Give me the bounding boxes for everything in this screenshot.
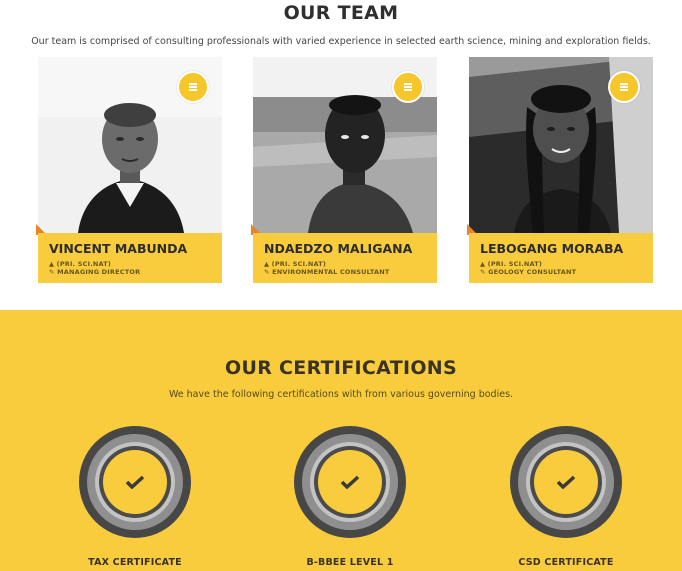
menu-icon-bar (189, 89, 197, 91)
menu-icon-bar (404, 89, 412, 91)
member-name: NDAEDZO MALIGANA (264, 241, 413, 256)
certifications-subtitle: We have the following certifications wit… (168, 389, 514, 400)
team-title: OUR TEAM (283, 2, 399, 24)
team-subtitle: Our team is comprised of consulting prof… (31, 36, 651, 47)
menu-icon-bar (620, 83, 628, 85)
certificate-badge (510, 426, 622, 538)
member-role: ✎ ENVIRONMENTAL CONSULTANT (264, 268, 390, 276)
member-credential: ▲ (PRI. SCI.NAT) (480, 260, 543, 268)
menu-icon-bar (404, 83, 412, 85)
member-role: ✎ MANAGING DIRECTOR (49, 268, 141, 276)
certificate-label: TAX CERTIFICATE (88, 557, 182, 568)
member-info: LEBOGANG MORABA ▲ (PRI. SCI.NAT) ✎ GEOLO… (469, 233, 653, 283)
certificate-badge (79, 426, 191, 538)
wrench-icon: ✎ (264, 268, 270, 276)
certifications-section: OUR CERTIFICATIONS We have the following… (0, 310, 682, 571)
wrench-icon: ✎ (480, 268, 486, 276)
menu-icon-bar (620, 86, 628, 88)
certificate-label: B-BBEE LEVEL 1 (306, 557, 394, 568)
checkmark-icon (340, 475, 360, 489)
menu-button[interactable] (392, 71, 424, 103)
member-role: ✎ GEOLOGY CONSULTANT (480, 268, 577, 276)
menu-icon-bar (189, 86, 197, 88)
member-credential: ▲ (PRI. SCI.NAT) (264, 260, 327, 268)
member-name: VINCENT MABUNDA (49, 241, 188, 256)
team-card: LEBOGANG MORABA ▲ (PRI. SCI.NAT) ✎ GEOLO… (467, 57, 653, 283)
menu-icon-bar (620, 89, 628, 91)
team-card: NDAEDZO MALIGANA ▲ (PRI. SCI.NAT) ✎ ENVI… (251, 57, 437, 283)
menu-icon-bar (189, 83, 197, 85)
certificate-label: CSD CERTIFICATE (518, 557, 614, 568)
checkmark-icon (125, 475, 145, 489)
graduation-cap-icon: ▲ (264, 260, 270, 268)
graduation-cap-icon: ▲ (49, 260, 55, 268)
certificate-badge (294, 426, 406, 538)
member-info: VINCENT MABUNDA ▲ (PRI. SCI.NAT) ✎ MANAG… (38, 233, 222, 283)
menu-button[interactable] (177, 71, 209, 103)
member-credential: ▲ (PRI. SCI.NAT) (49, 260, 112, 268)
team-card: VINCENT MABUNDA ▲ (PRI. SCI.NAT) ✎ MANAG… (36, 57, 222, 283)
member-info: NDAEDZO MALIGANA ▲ (PRI. SCI.NAT) ✎ ENVI… (253, 233, 437, 283)
wrench-icon: ✎ (49, 268, 55, 276)
certifications-title: OUR CERTIFICATIONS (225, 357, 457, 379)
menu-icon-bar (404, 86, 412, 88)
graduation-cap-icon: ▲ (480, 260, 486, 268)
member-name: LEBOGANG MORABA (480, 241, 624, 256)
checkmark-icon (556, 475, 576, 489)
menu-button[interactable] (608, 71, 640, 103)
